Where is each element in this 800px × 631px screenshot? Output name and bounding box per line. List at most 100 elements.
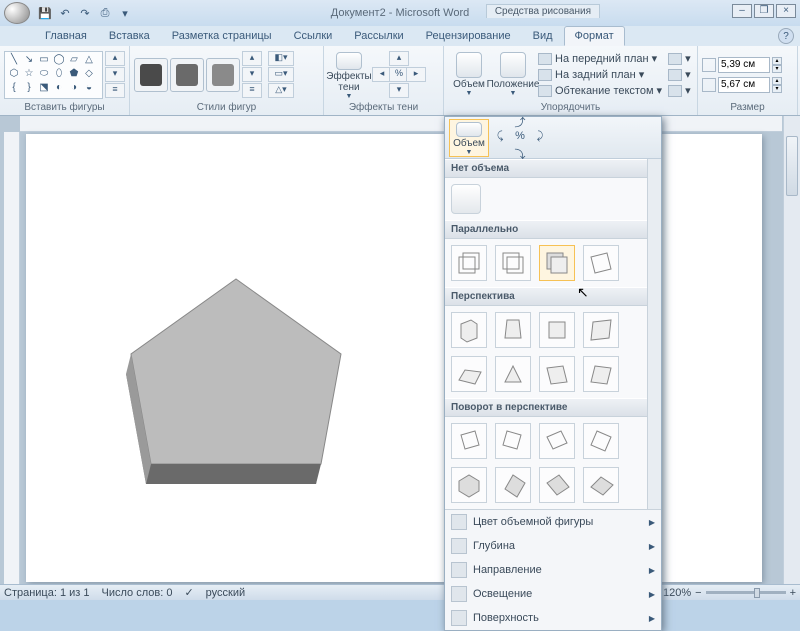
menu-direction[interactable]: Направление▶ — [445, 558, 661, 582]
preset-parallel-3[interactable] — [539, 245, 575, 281]
shape-icon[interactable]: ☆ — [22, 68, 36, 80]
scroll-thumb[interactable] — [786, 136, 798, 196]
status-language[interactable]: русский — [206, 587, 245, 599]
close-button[interactable]: × — [776, 4, 796, 18]
tab-refs[interactable]: Ссылки — [283, 26, 344, 46]
menu-lighting[interactable]: Освещение▶ — [445, 582, 661, 606]
zoom-out-icon[interactable]: − — [695, 587, 701, 599]
shape-icon[interactable]: ◑ — [67, 82, 81, 94]
preset-rot[interactable] — [451, 423, 487, 459]
gallery-more-icon[interactable]: ≡ — [242, 83, 262, 98]
tab-home[interactable]: Главная — [34, 26, 98, 46]
qat-btn[interactable]: ⎙ — [96, 4, 114, 22]
spin-up-icon[interactable]: ▴ — [772, 77, 782, 85]
style-swatch-2[interactable] — [170, 58, 204, 92]
gallery-down-icon[interactable]: ▾ — [105, 67, 125, 82]
preset-rot[interactable] — [583, 467, 619, 503]
gallery-up-icon[interactable]: ▴ — [105, 51, 125, 66]
save-icon[interactable]: 💾 — [36, 4, 54, 22]
shape-icon[interactable]: ⬔ — [37, 82, 51, 94]
tilt-toggle-icon[interactable]: % — [511, 130, 529, 146]
shape-icon[interactable]: ◇ — [82, 68, 96, 80]
minimize-button[interactable]: – — [732, 4, 752, 18]
zoom-level[interactable]: 120% — [663, 587, 691, 599]
shape-rect-icon[interactable]: ▭ — [37, 54, 51, 66]
maximize-button[interactable]: ❐ — [754, 4, 774, 18]
style-swatch-1[interactable] — [134, 58, 168, 92]
shape-tri-icon[interactable]: △ — [82, 54, 96, 66]
volume-button[interactable]: Объем ▼ — [448, 49, 490, 101]
dropdown-scrollbar[interactable] — [647, 159, 661, 509]
preset-parallel-1[interactable] — [451, 245, 487, 281]
shapes-gallery[interactable]: ╲↘▭◯▱△ ⬡☆⬭⬯⬟◇ {}⬔◐◑◒ — [4, 51, 103, 99]
zoom-in-icon[interactable]: + — [790, 587, 796, 599]
shape-arrow-icon[interactable]: ↘ — [22, 54, 36, 66]
preset-persp[interactable] — [451, 312, 487, 348]
shape-icon[interactable]: ⬡ — [7, 68, 21, 80]
spin-down-icon[interactable]: ▾ — [772, 85, 782, 93]
office-button[interactable] — [4, 2, 30, 24]
group-button[interactable]: ▾ — [666, 67, 693, 82]
shape-callout-icon[interactable]: ▱ — [67, 54, 81, 66]
preset-persp[interactable] — [539, 312, 575, 348]
preset-rot[interactable] — [539, 423, 575, 459]
preset-persp[interactable] — [451, 356, 487, 392]
preset-persp[interactable] — [583, 312, 619, 348]
spin-down-icon[interactable]: ▾ — [772, 65, 782, 73]
shape-curly-icon[interactable]: } — [22, 82, 36, 94]
bring-front-button[interactable]: На передний план ▾ — [536, 51, 664, 66]
tab-layout[interactable]: Разметка страницы — [161, 26, 283, 46]
redo-icon[interactable]: ↷ — [76, 4, 94, 22]
preset-rot[interactable] — [583, 423, 619, 459]
preset-rot[interactable] — [495, 423, 531, 459]
shape-pentagon-3d[interactable] — [116, 274, 356, 504]
preset-rot[interactable] — [495, 467, 531, 503]
shape-icon[interactable]: ◐ — [52, 82, 66, 94]
ruler-vertical[interactable] — [4, 132, 20, 584]
rotate-button[interactable]: ▾ — [666, 83, 693, 98]
shape-outline-button[interactable]: ▭▾ — [268, 67, 294, 82]
tab-review[interactable]: Рецензирование — [415, 26, 522, 46]
menu-3d-color[interactable]: Цвет объемной фигуры▶ — [445, 510, 661, 534]
preset-persp[interactable] — [583, 356, 619, 392]
preset-parallel-4[interactable] — [583, 245, 619, 281]
preset-no-3d[interactable] — [451, 184, 481, 214]
menu-surface[interactable]: Поверхность▶ — [445, 606, 661, 630]
ruler-horizontal[interactable] — [20, 116, 782, 132]
style-swatch-3[interactable] — [206, 58, 240, 92]
shape-curly-icon[interactable]: { — [7, 82, 21, 94]
slider-knob[interactable] — [754, 588, 760, 598]
preset-persp[interactable] — [495, 356, 531, 392]
align-button[interactable]: ▾ — [666, 51, 693, 66]
send-back-button[interactable]: На задний план ▾ — [536, 67, 664, 82]
tilt-up-icon[interactable]: ⤴ — [511, 114, 529, 130]
tab-view[interactable]: Вид — [522, 26, 564, 46]
scrollbar-vertical[interactable] — [783, 116, 800, 584]
spin-up-icon[interactable]: ▴ — [772, 57, 782, 65]
tab-mail[interactable]: Рассылки — [343, 26, 414, 46]
shape-icon[interactable]: ⬭ — [37, 68, 51, 80]
tilt-right-icon[interactable]: ⤸ — [531, 130, 549, 146]
tilt-left-icon[interactable]: ⤹ — [491, 130, 509, 146]
status-words[interactable]: Число слов: 0 — [102, 587, 173, 599]
qat-more-icon[interactable]: ▾ — [116, 4, 134, 22]
gallery-up-icon[interactable]: ▴ — [242, 51, 262, 66]
shape-oval-icon[interactable]: ◯ — [52, 54, 66, 66]
status-proof-icon[interactable]: ✓ — [184, 586, 193, 599]
gallery-more-icon[interactable]: ≡ — [105, 83, 125, 98]
preset-parallel-2[interactable] — [495, 245, 531, 281]
shape-line-icon[interactable]: ╲ — [7, 54, 21, 66]
position-button[interactable]: Положение ▼ — [492, 49, 534, 101]
preset-rot[interactable] — [451, 467, 487, 503]
nudge-right-icon[interactable]: ▸ — [406, 67, 426, 82]
preset-rot[interactable] — [539, 467, 575, 503]
tab-format[interactable]: Формат — [564, 26, 625, 46]
zoom-slider[interactable] — [706, 591, 786, 594]
tab-insert[interactable]: Вставка — [98, 26, 161, 46]
shadow-effects-button[interactable]: Эффекты тени ▼ — [328, 49, 370, 101]
shape-change-button[interactable]: △▾ — [268, 83, 294, 98]
gallery-down-icon[interactable]: ▾ — [242, 67, 262, 82]
undo-icon[interactable]: ↶ — [56, 4, 74, 22]
help-icon[interactable]: ? — [778, 28, 794, 44]
shape-icon[interactable]: ◒ — [82, 82, 96, 94]
